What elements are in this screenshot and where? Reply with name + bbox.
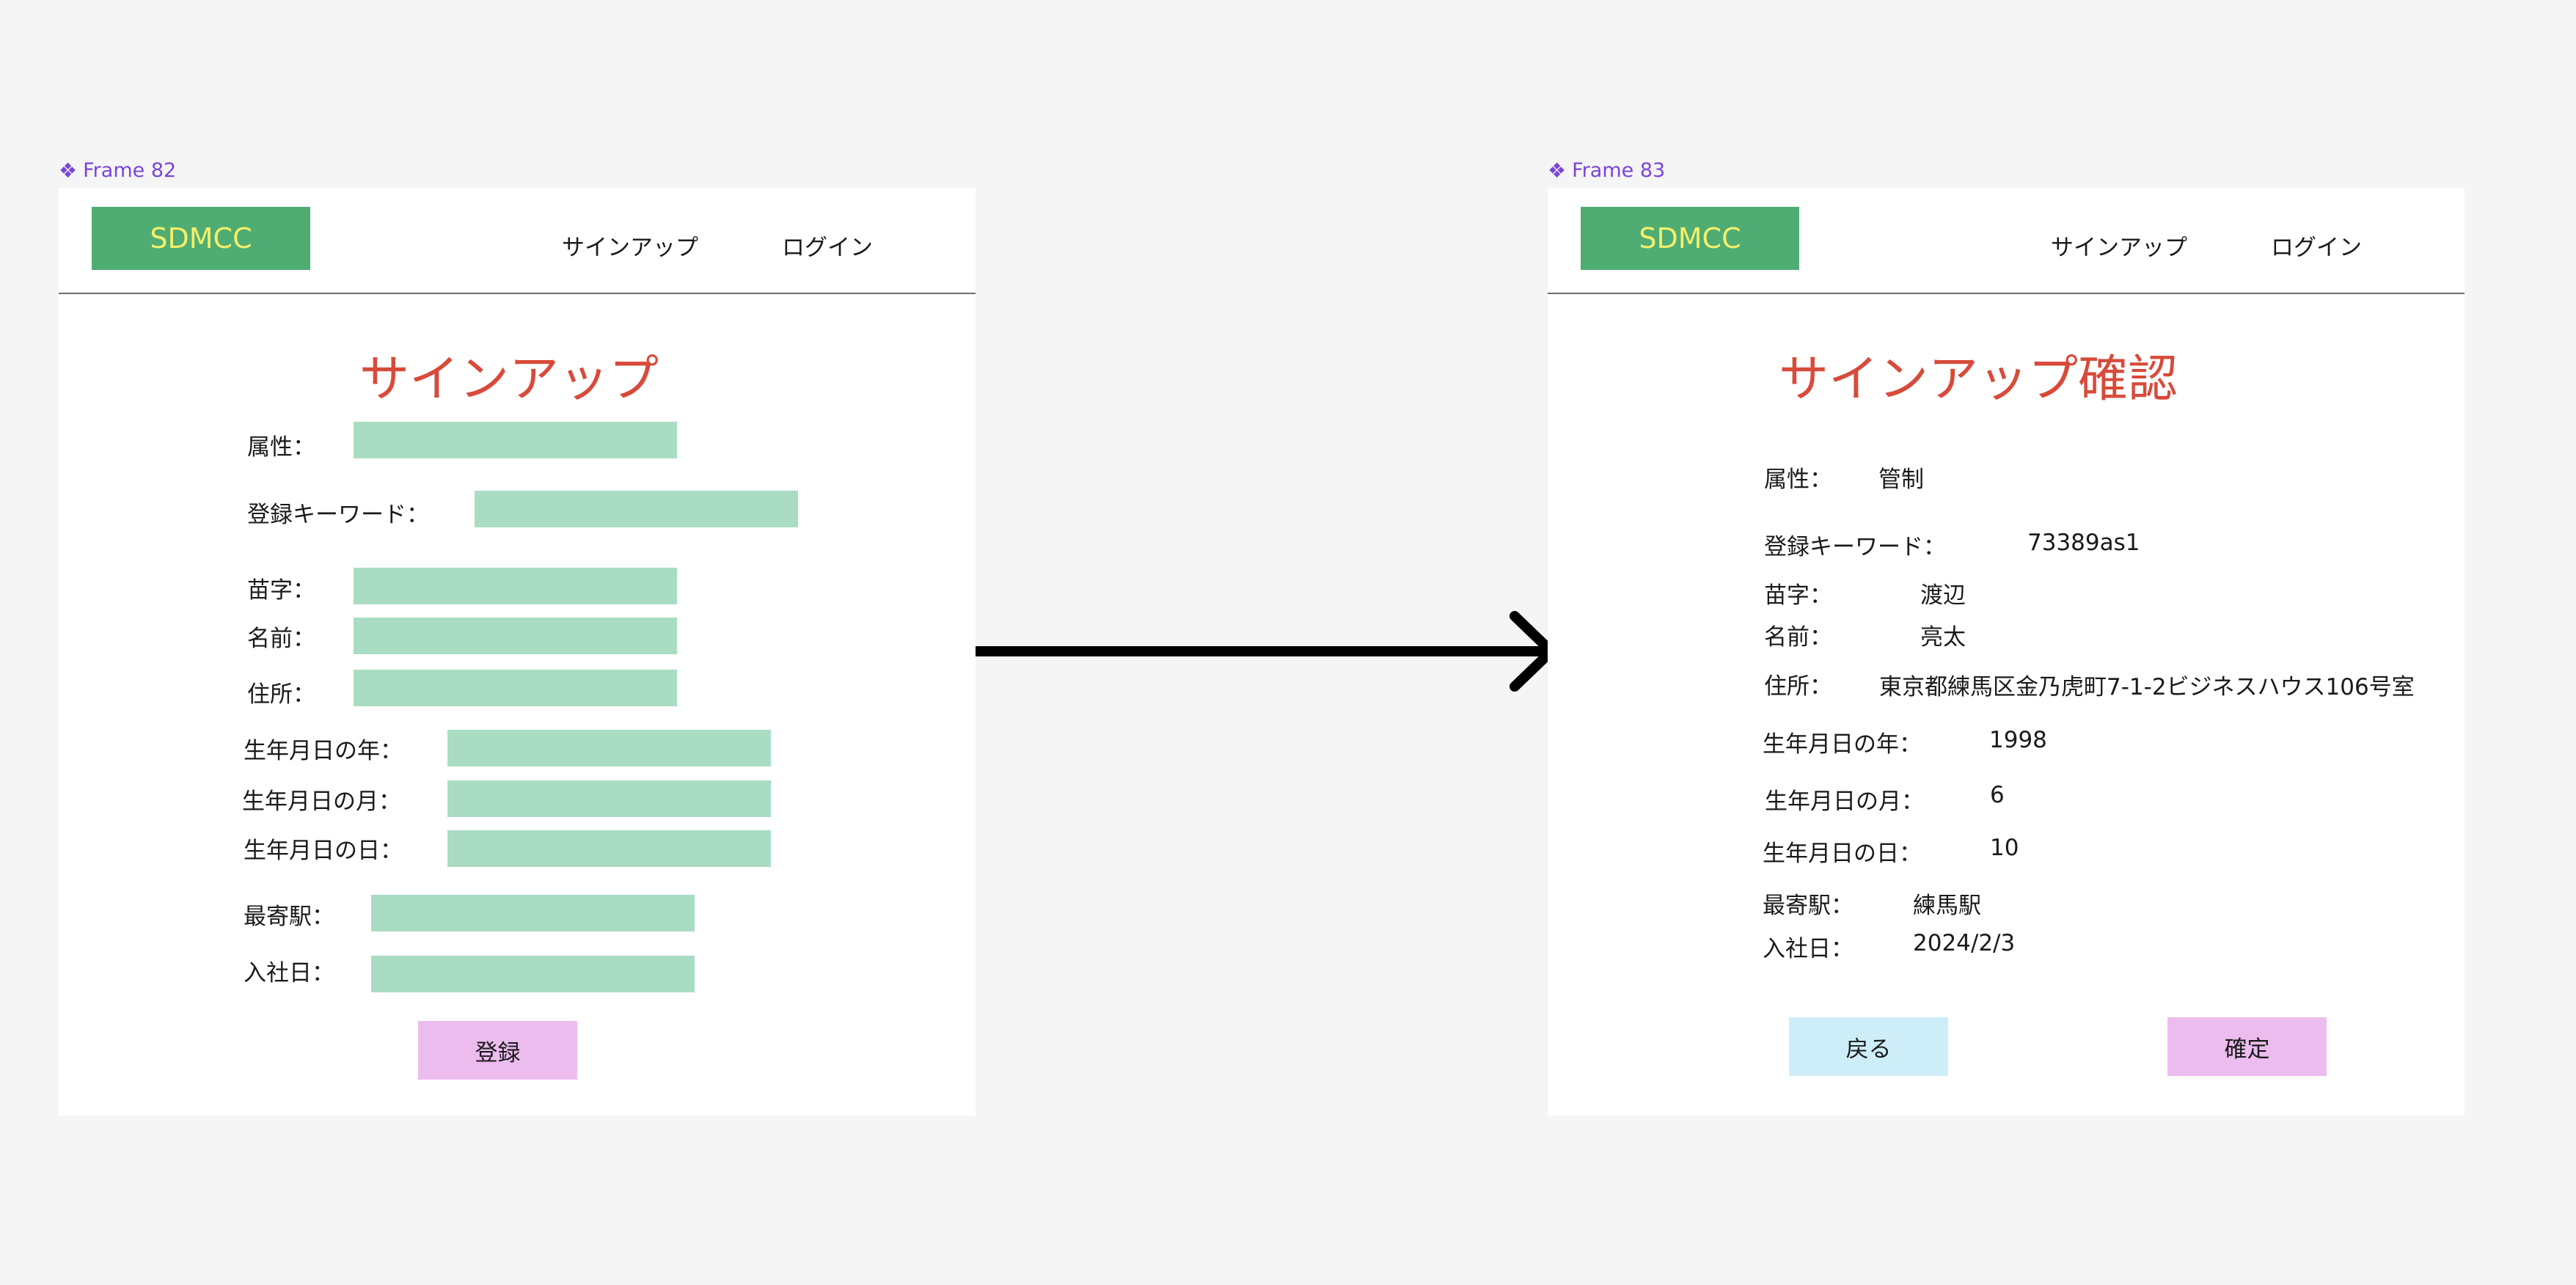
nav-signup-link[interactable]: サインアップ: [562, 229, 698, 262]
signup-frame: SDMCC サインアップ ログイン サインアップ 属性： 登録キーワード： 苗字…: [59, 188, 976, 1116]
confirm-button[interactable]: 確定: [2167, 1017, 2327, 1076]
birth-month-label: 生年月日の月：: [242, 788, 401, 815]
attribute-input[interactable]: [354, 422, 677, 458]
component-icon: ❖: [59, 158, 78, 183]
address-label: 住所：: [247, 681, 315, 708]
surname-input[interactable]: [354, 568, 677, 604]
station-input[interactable]: [371, 895, 695, 931]
surname-label: 苗字：: [1764, 582, 1832, 609]
birth-year-value: 1998: [1989, 727, 2047, 753]
header-divider: [59, 293, 976, 294]
birth-day-label: 生年月日の日：: [244, 838, 403, 864]
back-button[interactable]: 戻る: [1789, 1017, 1948, 1076]
logo[interactable]: SDMCC: [92, 207, 310, 270]
name-label: 名前：: [1764, 624, 1832, 651]
component-icon: ❖: [1548, 158, 1567, 183]
birth-month-label: 生年月日の月：: [1765, 788, 1924, 815]
keyword-label: 登録キーワード：: [247, 502, 429, 528]
frame-label-right: ❖ Frame 83: [1548, 158, 1665, 183]
name-input[interactable]: [354, 618, 677, 654]
nav-login-link[interactable]: ログイン: [782, 229, 873, 262]
attribute-label: 属性：: [1764, 466, 1832, 493]
address-input[interactable]: [354, 670, 677, 706]
birth-month-value: 6: [1990, 782, 2005, 808]
header: SDMCC サインアップ ログイン: [1548, 188, 2465, 294]
register-button[interactable]: 登録: [418, 1021, 577, 1080]
header-divider: [1548, 293, 2465, 294]
nav-signup-link[interactable]: サインアップ: [2051, 229, 2187, 262]
join-date-label: 入社日：: [244, 960, 334, 986]
attribute-value: 管制: [1878, 466, 1924, 493]
name-value: 亮太: [1920, 624, 1966, 651]
keyword-input[interactable]: [475, 491, 798, 527]
logo[interactable]: SDMCC: [1581, 207, 1799, 270]
join-date-input[interactable]: [371, 956, 695, 992]
birth-year-label: 生年月日の年：: [244, 738, 403, 764]
station-value: 練馬駅: [1913, 893, 1981, 919]
header: SDMCC サインアップ ログイン: [59, 188, 976, 294]
frame-label-text: Frame 82: [83, 159, 177, 182]
join-date-value: 2024/2/3: [1913, 930, 2016, 956]
arrow-right-icon: [976, 611, 1556, 692]
station-label: 最寄駅：: [244, 904, 334, 930]
surname-label: 苗字：: [247, 577, 315, 604]
page-title: サインアップ確認: [1779, 351, 2178, 409]
birth-day-value: 10: [1990, 835, 2019, 861]
station-label: 最寄駅：: [1763, 893, 1854, 919]
signup-confirm-frame: SDMCC サインアップ ログイン サインアップ確認 属性： 管制 登録キーワー…: [1548, 188, 2465, 1116]
birth-day-label: 生年月日の日：: [1763, 841, 1922, 867]
join-date-label: 入社日：: [1763, 936, 1854, 962]
frame-label-text: Frame 83: [1572, 159, 1666, 182]
page-title: サインアップ: [359, 351, 659, 409]
keyword-value: 73389as1: [2027, 530, 2140, 556]
attribute-label: 属性：: [247, 434, 315, 461]
keyword-label: 登録キーワード：: [1764, 534, 1946, 560]
address-value: 東京都練馬区金乃虎町7-1-2ビジネスハウス106号室: [1879, 674, 2415, 700]
surname-value: 渡辺: [1920, 582, 1966, 609]
frame-label-left: ❖ Frame 82: [59, 158, 176, 183]
name-label: 名前：: [247, 626, 315, 652]
birth-year-input[interactable]: [447, 730, 771, 766]
birth-month-input[interactable]: [447, 780, 771, 817]
birth-day-input[interactable]: [447, 830, 771, 867]
address-label: 住所：: [1764, 673, 1832, 700]
birth-year-label: 生年月日の年：: [1763, 731, 1922, 758]
nav-login-link[interactable]: ログイン: [2271, 229, 2362, 262]
